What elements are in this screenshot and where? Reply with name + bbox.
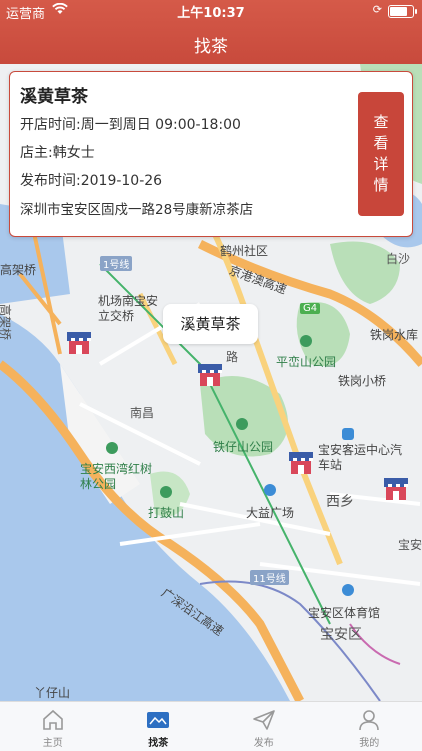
map-icon — [146, 709, 170, 731]
map-label-yazaishan: 丫仔山 — [34, 684, 70, 701]
tab-label: 发布 — [211, 734, 317, 749]
map-label-road: 路 — [226, 348, 238, 365]
orientation-lock-icon: ⟳ — [373, 3, 382, 16]
shop-owner: 店主:韩女士 — [20, 142, 95, 162]
tab-publish[interactable]: 发布 — [211, 702, 317, 751]
map-label-line11: 11号线 — [250, 570, 289, 585]
map-label-dayi: 大益广场 — [246, 504, 294, 521]
shop-info-card[interactable]: 溪黄草茶 开店时间:周一到周日 09:00-18:00 店主:韩女士 发布时间:… — [9, 71, 413, 237]
stadium-poi-icon — [342, 584, 354, 596]
map-label-gaojiaqiao: 高架桥 — [0, 261, 36, 278]
map-label-xixiang: 西乡 — [326, 491, 354, 511]
bus-station-icon — [342, 428, 354, 440]
map-label-stadium: 宝安区体育馆 — [308, 604, 380, 621]
map-label-tiegang-reservoir: 铁岗水库 — [370, 326, 418, 343]
page-title: 找茶 — [0, 32, 422, 57]
map-label-pingluan-park: 平峦山公园 — [276, 353, 336, 370]
view-details-button[interactable]: 查看详情 — [358, 92, 404, 216]
store-marker-icon[interactable] — [288, 448, 314, 476]
shop-hours: 开店时间:周一到周日 09:00-18:00 — [20, 114, 241, 134]
park-poi-icon — [236, 418, 248, 430]
park-poi-icon — [300, 335, 312, 347]
map-label-tieshan-park: 铁仔山公园 — [213, 438, 273, 455]
map-label-g4: G4 — [300, 303, 320, 314]
send-icon — [252, 709, 276, 731]
mountain-poi-icon — [160, 486, 172, 498]
map-label-tiegang-bridge: 铁岗小桥 — [338, 372, 386, 389]
map-label-heshe: 鹤州社区 — [220, 242, 268, 259]
marker-callout[interactable]: 溪黄草茶 — [163, 304, 258, 344]
map-label-dagushan: 打鼓山 — [148, 504, 184, 521]
map-label-wetland: 宝安西湾红树林公园 — [80, 462, 156, 492]
tab-find-tea[interactable]: 找茶 — [106, 702, 212, 751]
tab-profile[interactable]: 我的 — [317, 702, 422, 751]
status-bar: 运营商 上午10:37 ⟳ — [0, 0, 422, 22]
status-time: 上午10:37 — [0, 2, 422, 21]
view-details-label: 查看详情 — [372, 112, 390, 196]
home-icon — [41, 709, 65, 731]
tab-home[interactable]: 主页 — [0, 702, 106, 751]
plaza-poi-icon — [264, 484, 276, 496]
shop-address: 深圳市宝安区固戍一路28号康新凉茶店 — [20, 198, 253, 218]
map-label-airport: 机场南宝安立交桥 — [98, 294, 162, 324]
tab-label: 找茶 — [106, 734, 212, 749]
shop-published-date: 发布时间:2019-10-26 — [20, 170, 162, 190]
map-label-nanchang: 南昌 — [130, 404, 154, 421]
store-marker-icon[interactable] — [383, 474, 409, 502]
user-icon — [357, 709, 381, 731]
map-label-baoan-bus: 宝安客运中心汽车站 — [318, 443, 404, 473]
map-label-line1: 1号线 — [100, 256, 132, 271]
map-label-baoanqu: 宝安区 — [320, 624, 362, 644]
store-marker-icon[interactable] — [66, 328, 92, 356]
tab-bar: 主页 找茶 发布 我的 — [0, 701, 422, 751]
battery-icon — [388, 5, 414, 18]
tab-label: 主页 — [0, 734, 106, 749]
map-label-baoan3: 宝安3 — [398, 536, 422, 553]
park-poi-icon — [106, 442, 118, 454]
store-marker-icon[interactable] — [197, 360, 223, 388]
tab-label: 我的 — [317, 734, 422, 749]
map-label-baisha: 白沙 — [386, 250, 410, 267]
map-label-gaojia-vertical: 高架桥 — [0, 304, 14, 340]
shop-name: 溪黄草茶 — [20, 82, 88, 107]
header: 运营商 上午10:37 ⟳ 找茶 — [0, 0, 422, 64]
